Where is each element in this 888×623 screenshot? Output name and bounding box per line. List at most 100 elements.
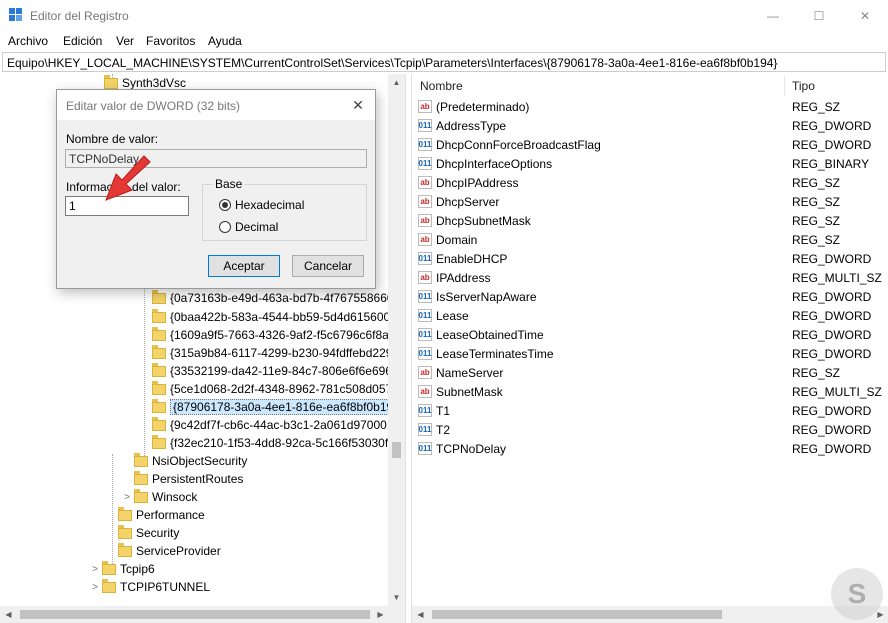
column-header-name[interactable]: Nombre (420, 74, 463, 98)
tree-item-label: PersistentRoutes (152, 472, 244, 486)
tree-item-interface[interactable]: {9c42df7f-cb6c-44ac-b3c1-2a061d970001 (138, 416, 394, 434)
value-row[interactable]: 011 T1 REG_DWORD (412, 402, 872, 421)
values-horizontal-scrollbar[interactable]: ◀ ▶ (412, 606, 888, 623)
column-separator[interactable] (784, 76, 785, 96)
menu-edicion[interactable]: Edición (63, 34, 102, 48)
radio-icon[interactable] (219, 221, 231, 233)
tree-item-serviceprovider[interactable]: ServiceProvider (104, 542, 221, 560)
value-row[interactable]: 011 Lease REG_DWORD (412, 307, 872, 326)
value-row[interactable]: 011 TCPNoDelay REG_DWORD (412, 440, 872, 459)
value-row[interactable]: ab SubnetMask REG_MULTI_SZ (412, 383, 882, 402)
value-type: REG_SZ (792, 233, 841, 247)
folder-icon (152, 398, 166, 413)
value-row[interactable]: ab Domain REG_SZ (412, 231, 872, 250)
value-name-label: Nombre de valor: (66, 132, 159, 146)
annotation-arrow-icon (105, 155, 151, 201)
tree-item-interface[interactable]: {5ce1d068-2d2f-4348-8962-781c508d0571 (138, 380, 399, 398)
value-type: REG_DWORD (792, 309, 872, 323)
tree-item-label: {315a9b84-6117-4299-b230-94fdffebd229} (170, 346, 397, 360)
value-row[interactable]: ab DhcpIPAddress REG_SZ (412, 174, 872, 193)
folder-icon (152, 308, 166, 323)
string-value-icon: ab (418, 100, 432, 113)
tree-item-label: Tcpip6 (120, 562, 155, 576)
hexadecimal-option[interactable]: Hexadecimal (219, 198, 304, 212)
value-type: REG_MULTI_SZ (792, 271, 882, 285)
value-name: T1 (436, 404, 451, 418)
tree-item-security[interactable]: Security (104, 524, 179, 542)
folder-icon (152, 326, 166, 341)
chevron-right-icon[interactable]: > (88, 582, 102, 593)
folder-icon (104, 74, 118, 89)
value-name: TCPNoDelay (436, 442, 507, 456)
menu-favoritos[interactable]: Favoritos (146, 34, 195, 48)
tree-item-label: {33532199-da42-11e9-84c7-806e6f6e6963} (170, 364, 403, 378)
minimize-button[interactable]: — (750, 0, 796, 32)
binary-value-icon: 011 (418, 404, 432, 417)
value-row[interactable]: ab NameServer REG_SZ (412, 364, 872, 383)
value-row[interactable]: 011 T2 REG_DWORD (412, 421, 872, 440)
chevron-right-icon[interactable]: > (88, 564, 102, 575)
value-row[interactable]: ab DhcpSubnetMask REG_SZ (412, 212, 872, 231)
scroll-thumb[interactable] (432, 610, 722, 619)
binary-value-icon: 011 (418, 309, 432, 322)
string-value-icon: ab (418, 271, 432, 284)
value-row[interactable]: ab IPAddress REG_MULTI_SZ (412, 269, 882, 288)
scroll-right-icon[interactable]: ▶ (372, 606, 389, 623)
tree-item-interface[interactable]: {315a9b84-6117-4299-b230-94fdffebd229} (138, 344, 396, 362)
tree-vertical-scrollbar[interactable]: ▲ ▼ (388, 74, 405, 606)
value-name: LeaseTerminatesTime (436, 347, 554, 361)
tree-item-tcpip6[interactable]: > Tcpip6 (88, 560, 155, 578)
radio-selected-icon[interactable] (219, 199, 231, 211)
value-name: DhcpConnForceBroadcastFlag (436, 138, 601, 152)
scroll-thumb[interactable] (392, 442, 401, 458)
value-row[interactable]: 011 DhcpConnForceBroadcastFlag REG_DWORD (412, 136, 872, 155)
tree-item-selected-interface[interactable]: {87906178-3a0a-4ee1-816e-ea6f8bf0b194} (138, 398, 405, 416)
close-button[interactable]: ✕ (842, 0, 888, 32)
scroll-left-icon[interactable]: ◀ (412, 606, 429, 623)
dialog-close-icon[interactable]: ✕ (347, 95, 369, 115)
maximize-button[interactable]: ☐ (796, 0, 842, 32)
tree-item-label: NsiObjectSecurity (152, 454, 248, 468)
value-type: REG_SZ (792, 366, 841, 380)
accept-button[interactable]: Aceptar (208, 255, 280, 277)
tree-item-persistentroutes[interactable]: PersistentRoutes (120, 470, 243, 488)
menu-archivo[interactable]: Archivo (8, 34, 48, 48)
value-row[interactable]: 011 EnableDHCP REG_DWORD (412, 250, 872, 269)
value-row[interactable]: 011 IsServerNapAware REG_DWORD (412, 288, 872, 307)
tree-item-label: {f32ec210-1f53-4dd8-92ca-5c166f53030f} (170, 436, 393, 450)
scroll-left-icon[interactable]: ◀ (0, 606, 17, 623)
value-type: REG_DWORD (792, 404, 872, 418)
tree-item-tcpip6tunnel[interactable]: > TCPIP6TUNNEL (88, 578, 210, 596)
value-row[interactable]: ab (Predeterminado) REG_SZ (412, 98, 872, 117)
folder-icon (118, 506, 132, 521)
folder-icon (152, 434, 166, 449)
tree-item-interface[interactable]: {0baa422b-583a-4544-bb59-5d4d61560090 (138, 308, 404, 326)
tree-item-nsiobjectsecurity[interactable]: NsiObjectSecurity (120, 452, 247, 470)
tree-item-interface[interactable]: {33532199-da42-11e9-84c7-806e6f6e6963} (138, 362, 403, 380)
tree-item-interface[interactable]: {f32ec210-1f53-4dd8-92ca-5c166f53030f} (138, 434, 392, 452)
tree-item-interface[interactable]: {0a73163b-e49d-463a-bd7b-4f767558660c (138, 289, 400, 307)
cancel-button[interactable]: Cancelar (292, 255, 364, 277)
values-pane[interactable]: Nombre Tipo ab (Predeterminado) REG_SZ 011 A… (411, 74, 888, 623)
decimal-option[interactable]: Decimal (219, 220, 278, 234)
value-row[interactable]: ab DhcpServer REG_SZ (412, 193, 872, 212)
scroll-down-icon[interactable]: ▼ (388, 589, 405, 606)
tree-item-performance[interactable]: Performance (104, 506, 205, 524)
menu-ayuda[interactable]: Ayuda (208, 34, 242, 48)
tree-item-label: {9c42df7f-cb6c-44ac-b3c1-2a061d970001 (170, 418, 394, 432)
value-row[interactable]: 011 AddressType REG_DWORD (412, 117, 872, 136)
tree-item-interface[interactable]: {1609a9f5-7663-4326-9af2-f5c6796c6f8a} (138, 326, 393, 344)
scroll-up-icon[interactable]: ▲ (388, 74, 405, 91)
folder-icon (118, 524, 132, 539)
menu-ver[interactable]: Ver (116, 34, 134, 48)
value-row[interactable]: 011 DhcpInterfaceOptions REG_BINARY (412, 155, 872, 174)
column-header-type[interactable]: Tipo (792, 74, 815, 98)
address-bar[interactable]: Equipo\HKEY_LOCAL_MACHINE\SYSTEM\Current… (2, 52, 886, 72)
scroll-thumb[interactable] (20, 610, 370, 619)
value-row[interactable]: 011 LeaseTerminatesTime REG_DWORD (412, 345, 872, 364)
value-row[interactable]: 011 LeaseObtainedTime REG_DWORD (412, 326, 872, 345)
chevron-right-icon[interactable]: > (120, 492, 134, 503)
tree-item-winsock[interactable]: > Winsock (120, 488, 197, 506)
folder-icon (134, 452, 148, 467)
tree-horizontal-scrollbar[interactable]: ◀ ▶ (0, 606, 389, 623)
